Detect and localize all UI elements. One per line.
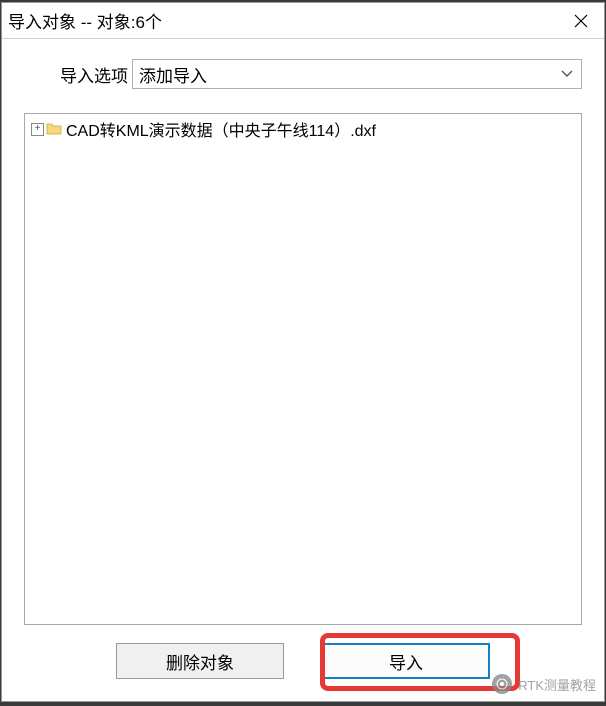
tree-item-label: CAD转KML演示数据（中央子午线114）.dxf (66, 117, 376, 141)
watermark-icon (492, 674, 512, 694)
delete-object-button[interactable]: 删除对象 (116, 643, 284, 679)
content-area: 导入选项 添加导入 + CAD转KML演示数据（中央子午线114）.dxf (2, 39, 604, 701)
expand-icon[interactable]: + (31, 123, 44, 136)
watermark-text: RTK测量教程 (518, 675, 596, 694)
dialog-window: 导入对象 -- 对象:6个 导入选项 添加导入 + (1, 2, 605, 702)
import-option-select[interactable]: 添加导入 (132, 59, 582, 89)
window-title: 导入对象 -- 对象:6个 (8, 8, 162, 33)
close-icon (574, 14, 588, 28)
import-option-row: 导入选项 添加导入 (24, 59, 582, 89)
tree-item[interactable]: + CAD转KML演示数据（中央子午线114）.dxf (29, 118, 577, 140)
import-option-label: 导入选项 (60, 62, 128, 87)
import-option-value: 添加导入 (139, 62, 559, 87)
titlebar: 导入对象 -- 对象:6个 (2, 3, 604, 39)
import-button[interactable]: 导入 (322, 643, 490, 679)
folder-icon (46, 122, 62, 136)
close-button[interactable] (558, 3, 604, 39)
watermark: RTK测量教程 (492, 674, 596, 694)
file-tree-panel[interactable]: + CAD转KML演示数据（中央子午线114）.dxf (24, 113, 582, 625)
chevron-down-icon (559, 70, 575, 78)
